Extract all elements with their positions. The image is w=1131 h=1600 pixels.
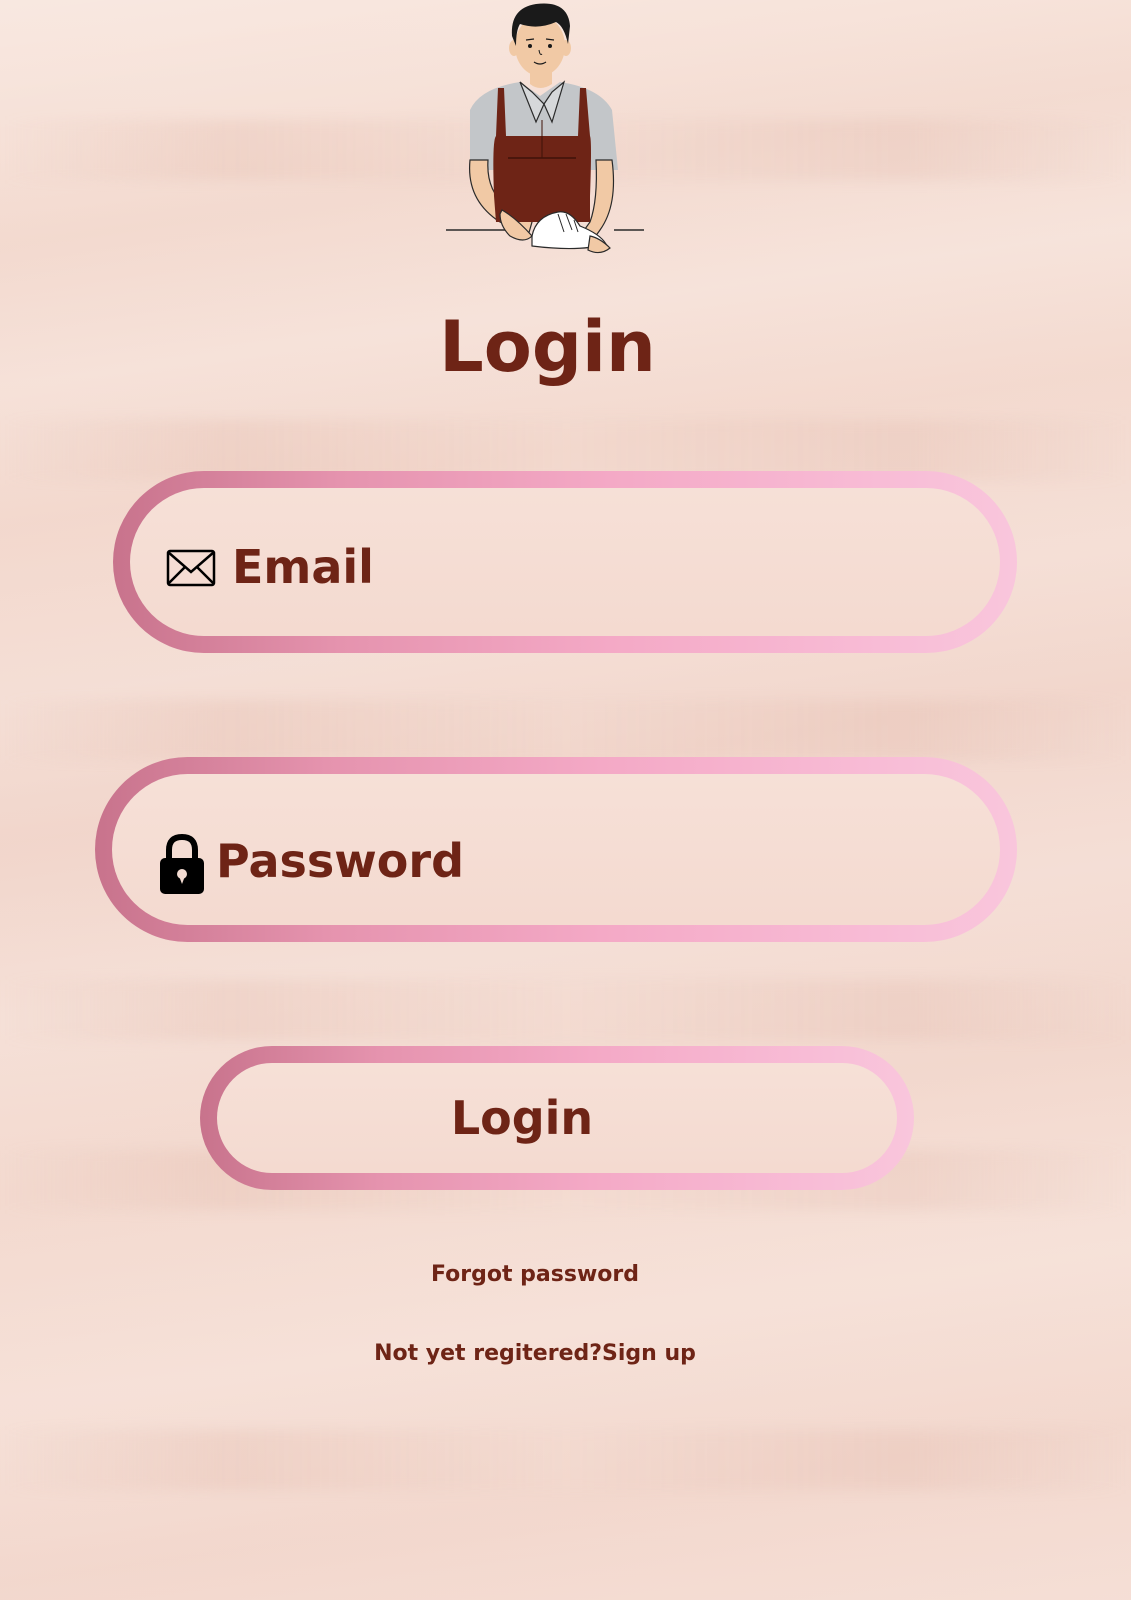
- email-field[interactable]: Email: [113, 471, 1017, 653]
- login-button[interactable]: Login: [200, 1046, 914, 1190]
- forgot-password-link[interactable]: Forgot password: [0, 1262, 1070, 1287]
- login-button-label: Login: [450, 1091, 594, 1145]
- password-placeholder: Password: [216, 834, 464, 888]
- background-texture: [0, 700, 1131, 760]
- password-field[interactable]: Password: [95, 757, 1017, 942]
- login-button-inner[interactable]: Login: [217, 1063, 897, 1173]
- background-texture: [0, 1430, 1131, 1490]
- email-field-inner[interactable]: Email: [130, 488, 1000, 636]
- envelope-icon: [166, 549, 216, 587]
- lock-icon: [160, 834, 204, 894]
- password-field-inner[interactable]: Password: [112, 774, 1000, 925]
- shoemaker-illustration: [446, 3, 644, 254]
- page-title: Login: [439, 306, 656, 388]
- signup-link[interactable]: Not yet regitered?Sign up: [0, 1341, 1070, 1366]
- email-placeholder: Email: [232, 540, 374, 594]
- background-texture: [0, 980, 1131, 1040]
